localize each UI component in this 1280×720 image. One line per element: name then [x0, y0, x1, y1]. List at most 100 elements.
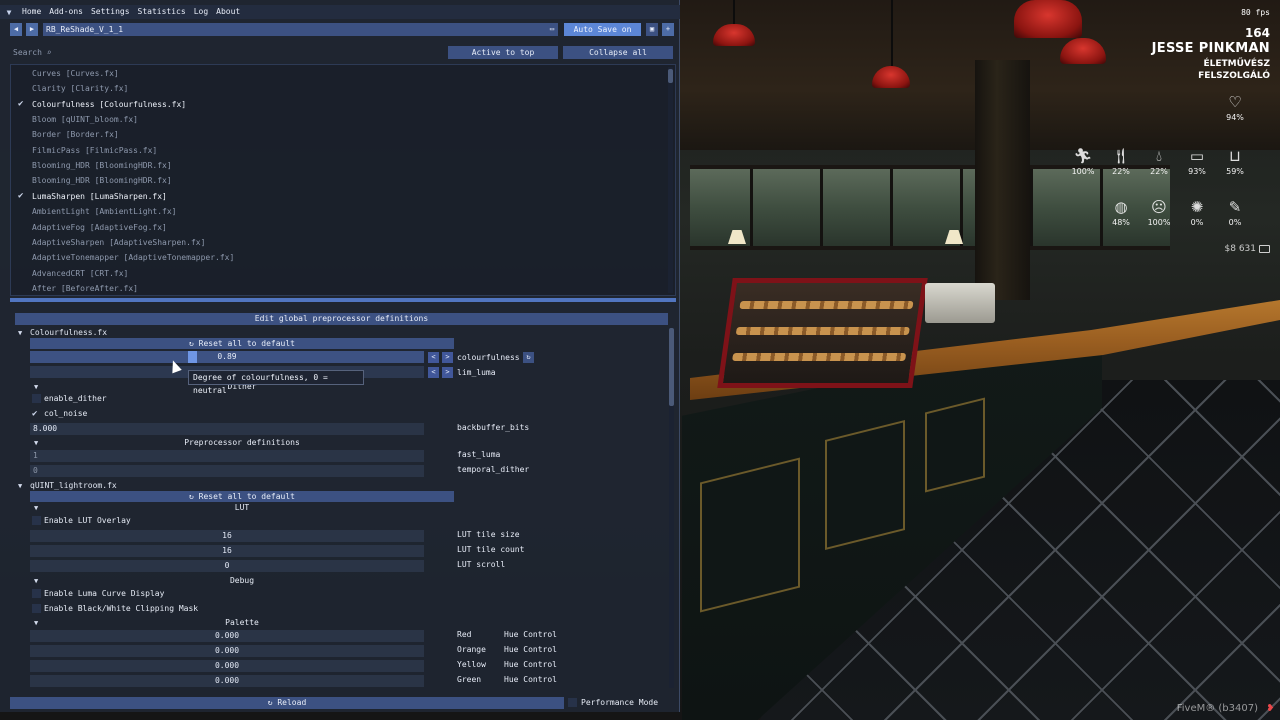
player-id: 164	[1244, 26, 1270, 40]
lut-scroll-input[interactable]: 0	[30, 560, 424, 572]
preset-toolbar: ◀ ▶ RB_ReShade_V_1_1 ▭ Auto Save on ▣ +	[10, 23, 676, 37]
effect-label: After [BeforeAfter.fx]	[32, 283, 138, 293]
stat-food: 🍴︎ 22%	[1101, 146, 1141, 176]
checkmark-icon[interactable]: ✔	[18, 189, 23, 204]
temporal-dither-input[interactable]: 0	[30, 465, 424, 477]
add-preset-button[interactable]: +	[662, 23, 674, 36]
effect-item[interactable]: Blooming_HDR [BloomingHDR.fx]	[11, 158, 661, 173]
checkbox[interactable]	[568, 698, 577, 707]
effect-item[interactable]: ✔ LumaSharpen [LumaSharpen.fx]	[11, 189, 661, 204]
effect-label: AdvancedCRT [CRT.fx]	[32, 268, 129, 278]
scrollbar-thumb[interactable]	[669, 328, 674, 406]
sad-face-icon: ☹	[1151, 198, 1167, 216]
luma-curve-row[interactable]: Enable Luma Curve Display	[10, 587, 660, 601]
food-icon: 🍴︎	[1111, 147, 1131, 165]
auto-save-button[interactable]: Auto Save on	[564, 23, 641, 36]
menu-home[interactable]: Home	[18, 5, 45, 19]
checkbox[interactable]	[32, 394, 41, 403]
preset-name-field[interactable]: RB_ReShade_V_1_1	[43, 23, 553, 36]
scrollbar-thumb[interactable]	[668, 69, 673, 83]
prev-preset-button[interactable]: ◀	[10, 23, 22, 36]
lut-tile-count-label: LUT tile count	[457, 545, 525, 554]
effect-item[interactable]: Bloom [qUINT_bloom.fx]	[11, 112, 661, 127]
effect-item[interactable]: Curves [Curves.fx]	[11, 66, 661, 81]
menu-settings[interactable]: Settings	[87, 5, 134, 19]
increment-button[interactable]: >	[442, 367, 453, 378]
debug-header[interactable]: ▼ Debug	[10, 574, 660, 588]
fivem-build: FiveM® (b3407)	[1176, 703, 1258, 714]
collapse-all-button[interactable]: Collapse all	[563, 46, 673, 59]
performance-mode-toggle[interactable]: Performance Mode	[568, 697, 658, 709]
orange-hue-slider[interactable]: 0.000	[30, 645, 424, 657]
effect-item[interactable]: FilmicPass [FilmicPass.fx]	[11, 143, 661, 158]
lut-header[interactable]: ▼ LUT	[10, 501, 660, 515]
decrement-button[interactable]: <	[428, 352, 439, 363]
reshade-window: ▼ Home Add-ons Settings Statistics Log A…	[0, 0, 680, 712]
stat-water: 💧︎ 22%	[1139, 146, 1179, 176]
stat-disease: ✺ 0%	[1177, 197, 1217, 227]
parameters-scrollbar[interactable]	[669, 328, 674, 688]
yellow-hue-slider[interactable]: 0.000	[30, 660, 424, 672]
next-preset-button[interactable]: ▶	[26, 23, 38, 36]
panel-splitter[interactable]	[10, 298, 676, 302]
effects-list: Curves [Curves.fx] Clarity [Clarity.fx] ✔ C…	[10, 64, 676, 296]
effects-scrollbar[interactable]	[668, 67, 673, 293]
lut-tile-size-input[interactable]: 16	[30, 530, 424, 542]
menu-addons[interactable]: Add-ons	[45, 5, 87, 19]
effect-item[interactable]: AdaptiveSharpen [AdaptiveSharpen.fx]	[11, 235, 661, 250]
cash-icon	[1259, 245, 1270, 253]
player-job: ÉLETMŰVÉSZ FELSZOLGÁLÓ	[1198, 58, 1270, 82]
fast-luma-label: fast_luma	[457, 450, 501, 459]
checkmark-icon[interactable]: ✔	[32, 407, 37, 421]
checkbox[interactable]	[32, 604, 41, 613]
effect-item[interactable]: AmbientLight [AmbientLight.fx]	[11, 204, 661, 219]
active-to-top-button[interactable]: Active to top	[448, 46, 558, 59]
effect-item[interactable]: Blooming_HDR [BloomingHDR.fx]	[11, 173, 661, 188]
backbuffer-bits-input[interactable]: 8.000	[30, 423, 424, 435]
green-hue-slider[interactable]: 0.000	[30, 675, 424, 687]
clipping-mask-row[interactable]: Enable Black/White Clipping Mask	[10, 602, 660, 616]
reset-value-icon[interactable]: ↻	[523, 352, 534, 363]
checkmark-icon[interactable]: ✔	[18, 97, 23, 112]
decrement-button[interactable]: <	[428, 367, 439, 378]
cafe-pillar	[975, 60, 1030, 300]
lut-tile-count-input[interactable]: 16	[30, 545, 424, 557]
bathtub-icon: ⊔	[1229, 147, 1241, 165]
increment-button[interactable]: >	[442, 352, 453, 363]
effect-label: LumaSharpen [LumaSharpen.fx]	[32, 191, 167, 201]
folder-icon[interactable]: ▭	[546, 23, 558, 36]
menu-log[interactable]: Log	[190, 5, 212, 19]
colourfulness-reset-button[interactable]: ↻ Reset all to default	[30, 338, 454, 349]
fast-luma-input[interactable]: 1	[30, 450, 424, 462]
reload-button[interactable]: ↻ Reload	[10, 697, 564, 709]
effect-item[interactable]: After [BeforeAfter.fx]	[11, 281, 661, 295]
menu-statistics[interactable]: Statistics	[134, 5, 190, 19]
effect-label: Blooming_HDR [BloomingHDR.fx]	[32, 176, 172, 186]
checkbox[interactable]	[32, 516, 41, 525]
effect-item[interactable]: AdaptiveTonemapper [AdaptiveTonemapper.f…	[11, 250, 661, 265]
checkbox[interactable]	[32, 589, 41, 598]
water-icon: 💧︎	[1155, 147, 1162, 165]
edit-global-preprocessor-button[interactable]: Edit global preprocessor definitions	[15, 313, 668, 325]
effect-item[interactable]: ✔ Colourfulness [Colourfulness.fx]	[11, 97, 661, 112]
colourfulness-slider[interactable]: 0.89	[30, 351, 424, 363]
virus-icon: ✺	[1190, 198, 1204, 216]
slider-grab[interactable]	[188, 351, 197, 363]
colourfulness-tooltip: Degree of colourfulness, 0 = neutral	[188, 370, 364, 395]
fps-counter: 80 fps	[1241, 8, 1270, 17]
menu-bar: ▼ Home Add-ons Settings Statistics Log A…	[0, 5, 680, 19]
enable-lut-row[interactable]: Enable LUT Overlay	[10, 514, 660, 528]
window-menu-icon[interactable]: ▼	[0, 8, 18, 17]
enable-dither-row[interactable]: enable_dither	[10, 392, 660, 406]
palette-header[interactable]: ▼ Palette	[10, 616, 660, 630]
search-input[interactable]: Search ⌕	[10, 46, 440, 59]
red-hue-slider[interactable]: 0.000	[30, 630, 424, 642]
menu-about[interactable]: About	[212, 5, 244, 19]
save-icon[interactable]: ▣	[646, 23, 658, 36]
effect-item[interactable]: AdvancedCRT [CRT.fx]	[11, 266, 661, 281]
col-noise-row[interactable]: ✔ col_noise	[10, 407, 660, 421]
effect-item[interactable]: Border [Border.fx]	[11, 127, 661, 142]
effect-item[interactable]: Clarity [Clarity.fx]	[11, 81, 661, 96]
preprocessor-header[interactable]: ▼ Preprocessor definitions	[10, 436, 660, 450]
effect-item[interactable]: AdaptiveFog [AdaptiveFog.fx]	[11, 220, 661, 235]
